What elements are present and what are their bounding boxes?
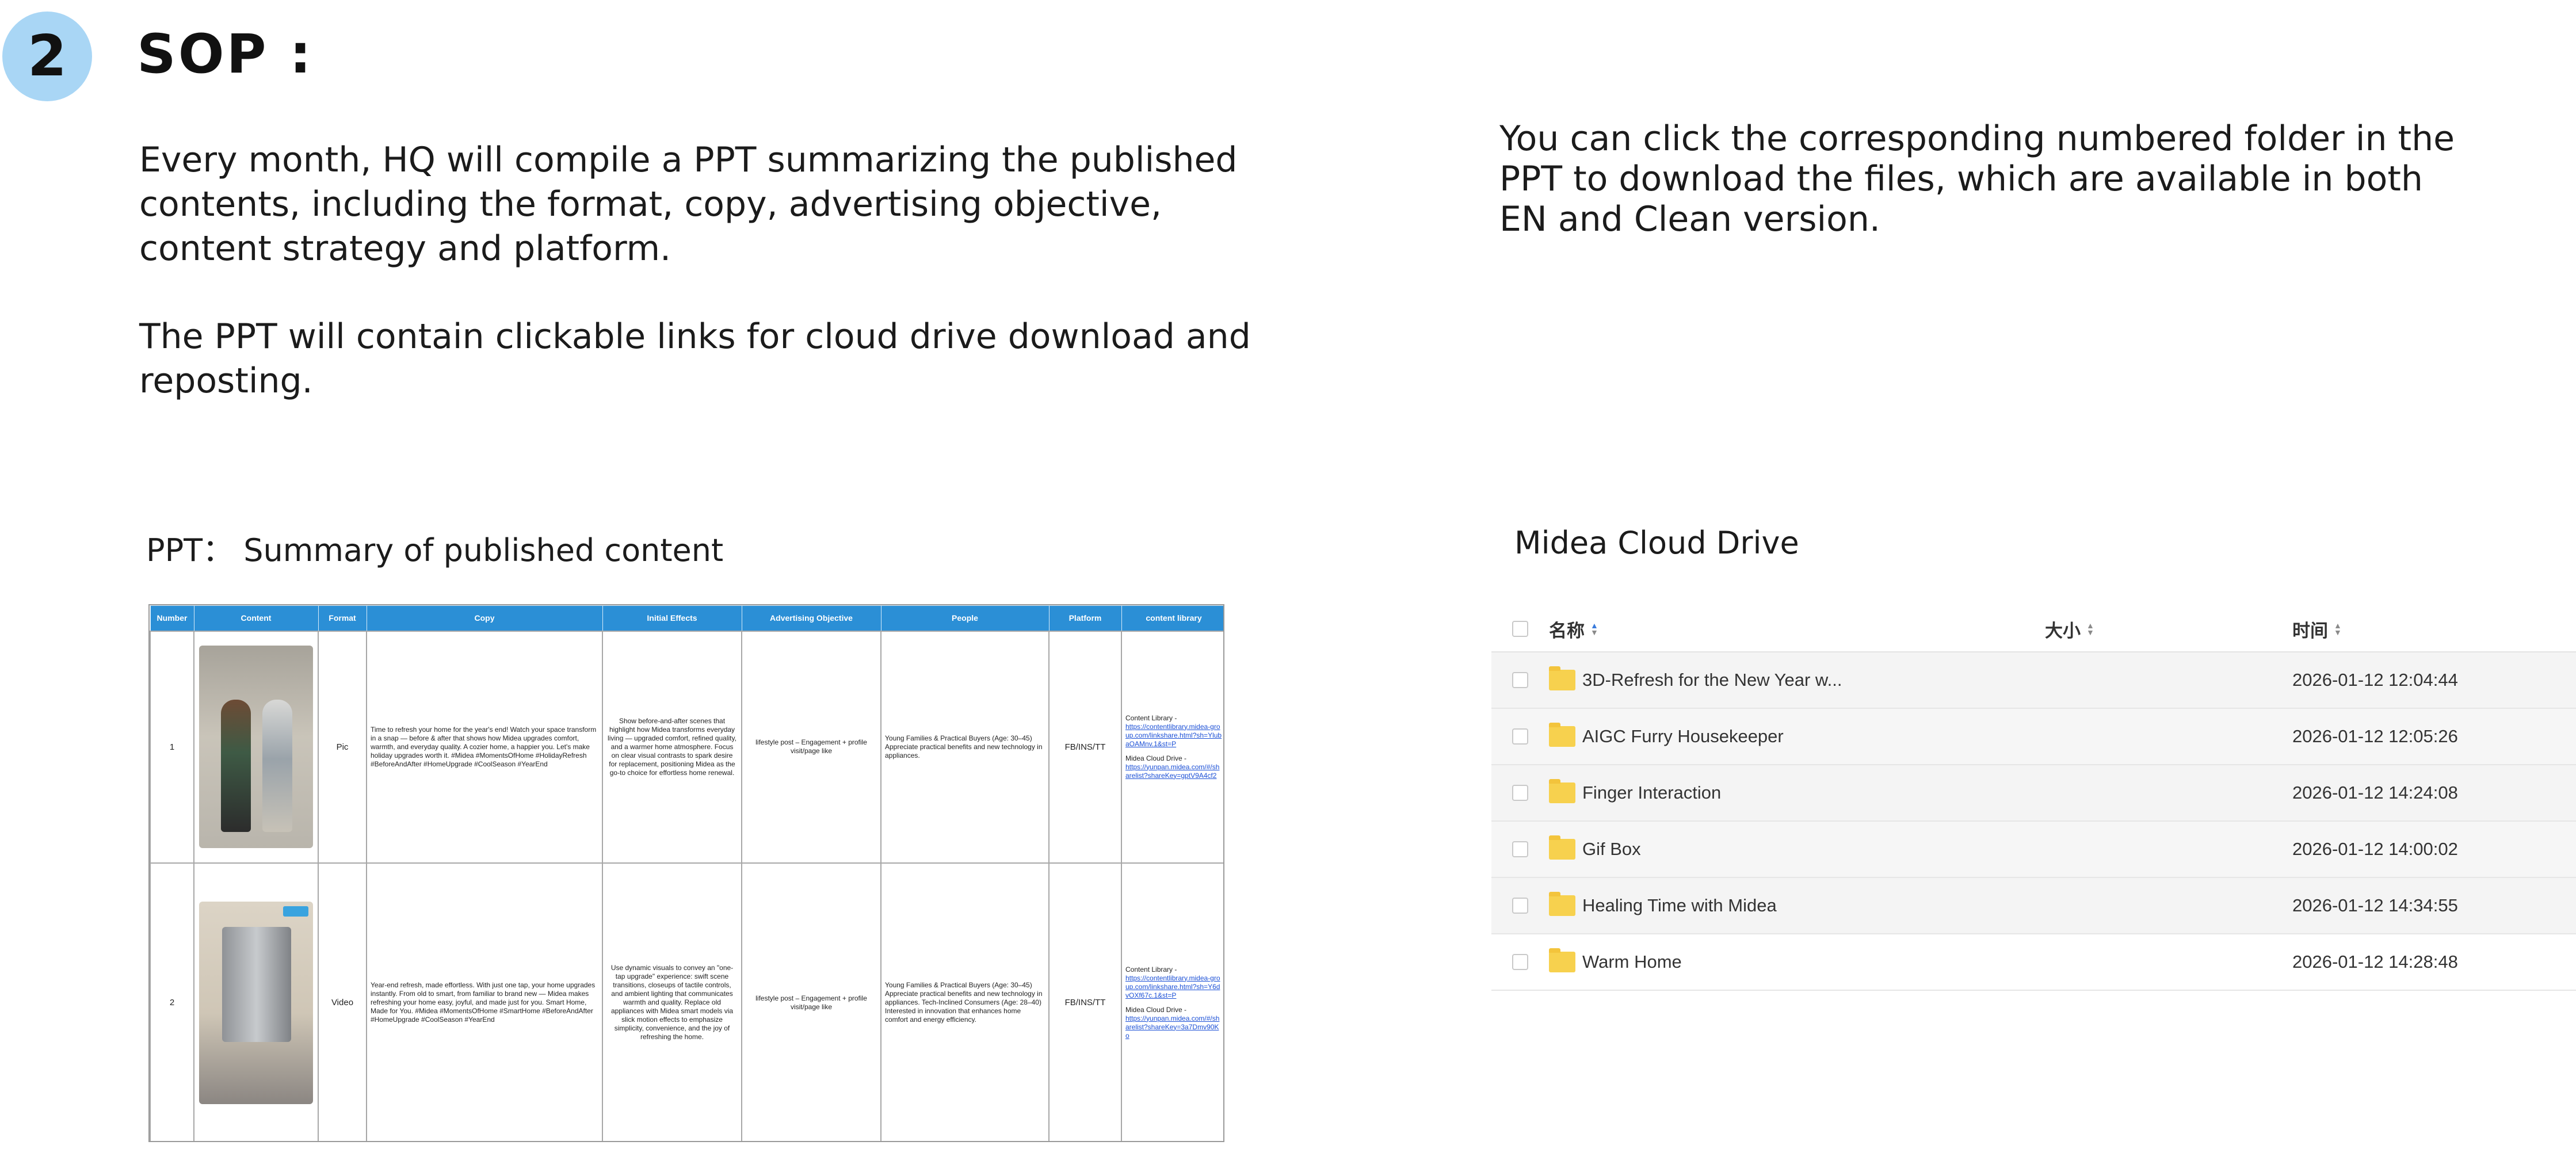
row-checkbox[interactable]	[1512, 785, 1528, 801]
row-people: Young Families & Practical Buyers (Age: …	[880, 862, 1050, 1141]
row-format: Video	[318, 862, 367, 1141]
cloud-drive-link[interactable]: https://yunpan.midea.com/#/sharelist?sha…	[1125, 763, 1222, 780]
folder-icon	[1549, 892, 1575, 916]
folder-time: 2026-01-12 14:34:55	[2292, 895, 2458, 915]
content-cell	[193, 862, 319, 1141]
drive-label: Midea Cloud Drive -	[1125, 754, 1187, 762]
folder-name[interactable]: Healing Time with Midea	[1582, 895, 1777, 916]
ppt-caption: PPT： Summary of published content	[146, 532, 724, 568]
sort-icon[interactable]: ▲ ▼	[2086, 621, 2094, 636]
header-format: Format	[318, 605, 367, 631]
time-column-header[interactable]: 时间 ▲ ▼	[2292, 616, 2342, 642]
content-cell	[193, 630, 319, 864]
row-content-library: Content Library - https://contentlibrary…	[1121, 862, 1223, 1141]
sort-icon[interactable]: ▲ ▼	[2334, 621, 2342, 636]
folder-icon	[1549, 835, 1575, 860]
row-initial-effects: Use dynamic visuals to convey an "one-ta…	[602, 862, 742, 1141]
row-advertising-objective: lifestyle post – Engagement + profile vi…	[741, 862, 881, 1141]
folder-time: 2026-01-12 12:04:44	[2292, 670, 2458, 690]
file-row[interactable]: Finger Interaction 2026-01-12 14:24:08	[1491, 765, 2576, 822]
row-format: Pic	[318, 630, 367, 864]
ppt-summary-table: Number Content Format Copy Initial Effec…	[148, 604, 1224, 1142]
row-advertising-objective: lifestyle post – Engagement + profile vi…	[741, 630, 881, 864]
cloud-drive-file-list: 名称 ▲ ▼ 大小 ▲ ▼ 时间 ▲ ▼ 3D-Refresh for the New…	[1491, 606, 2576, 991]
row-checkbox[interactable]	[1512, 728, 1528, 745]
links-paragraph: The PPT will contain clickable links for…	[139, 316, 1251, 401]
table-row: 1 Pic Time to refresh your home for the …	[150, 630, 1223, 864]
intro-paragraph: Every month, HQ will compile a PPT summa…	[139, 140, 1238, 269]
folder-name[interactable]: Gif Box	[1582, 839, 1641, 860]
size-column-header[interactable]: 大小 ▲ ▼	[2045, 616, 2292, 642]
page-title: SOP :	[137, 23, 314, 86]
select-all-checkbox[interactable]	[1512, 621, 1528, 637]
header-content-library: content library	[1121, 605, 1223, 631]
row-checkbox[interactable]	[1512, 672, 1528, 688]
row-number: 1	[150, 630, 194, 864]
folder-name[interactable]: 3D-Refresh for the New Year w...	[1582, 670, 1842, 690]
row-number: 2	[150, 862, 194, 1141]
header-people: People	[880, 605, 1050, 631]
row-content-library: Content Library - https://contentlibrary…	[1121, 630, 1223, 864]
folder-time: 2026-01-12 12:05:26	[2292, 726, 2458, 746]
cloud-drive-link[interactable]: https://yunpan.midea.com/#/sharelist?sha…	[1125, 1014, 1222, 1040]
name-column-header[interactable]: 名称 ▲ ▼	[1549, 616, 2045, 642]
content-thumbnail-video[interactable]	[199, 901, 313, 1104]
content-thumbnail-image[interactable]	[199, 646, 313, 848]
header-initial-effects: Initial Effects	[602, 605, 742, 631]
row-people: Young Families & Practical Buyers (Age: …	[880, 630, 1050, 864]
file-row[interactable]: Healing Time with Midea 2026-01-12 14:34…	[1491, 878, 2576, 934]
row-copy: Time to refresh your home for the year's…	[366, 630, 603, 864]
row-platform: FB/INS/TT	[1048, 630, 1122, 864]
size-header-label: 大小	[2045, 620, 2081, 641]
folder-name[interactable]: AIGC Furry Housekeeper	[1582, 726, 1784, 747]
table-row: 2 Video Year-end refresh, made effortles…	[150, 862, 1223, 1141]
library-label: Content Library -	[1125, 965, 1177, 974]
folder-name[interactable]: Warm Home	[1582, 952, 1682, 972]
row-platform: FB/INS/TT	[1048, 862, 1122, 1141]
content-library-link[interactable]: https://contentlibrary.midea-group.com/l…	[1125, 723, 1222, 749]
file-row[interactable]: 3D-Refresh for the New Year w... 2026-01…	[1491, 652, 2576, 709]
row-initial-effects: Show before-and-after scenes that highli…	[602, 630, 742, 864]
folder-name[interactable]: Finger Interaction	[1582, 782, 1721, 803]
name-header-label: 名称	[1549, 620, 1585, 641]
folder-icon	[1549, 779, 1575, 803]
folder-time: 2026-01-12 14:24:08	[2292, 782, 2458, 803]
time-header-label: 时间	[2292, 620, 2328, 641]
content-library-link[interactable]: https://contentlibrary.midea-group.com/l…	[1125, 974, 1222, 1000]
header-platform: Platform	[1048, 605, 1122, 631]
folder-time: 2026-01-12 14:28:48	[2292, 952, 2458, 972]
row-copy: Year-end refresh, made effortless. With …	[366, 862, 603, 1141]
table-header-row: Number Content Format Copy Initial Effec…	[150, 605, 1223, 631]
header-content: Content	[193, 605, 319, 631]
download-paragraph: You can click the corresponding numbered…	[1499, 119, 2455, 239]
file-row[interactable]: Gif Box 2026-01-12 14:00:02	[1491, 822, 2576, 878]
drive-caption: Midea Cloud Drive	[1514, 525, 1799, 561]
file-row[interactable]: Warm Home 2026-01-12 14:28:48	[1491, 934, 2576, 991]
sort-icon[interactable]: ▲ ▼	[1590, 621, 1598, 636]
step-number: 2	[27, 24, 67, 89]
folder-icon	[1549, 666, 1575, 690]
header-advertising-objective: Advertising Objective	[741, 605, 881, 631]
header-copy: Copy	[366, 605, 603, 631]
folder-icon	[1549, 723, 1575, 747]
folder-time: 2026-01-12 14:00:02	[2292, 839, 2458, 859]
file-row[interactable]: AIGC Furry Housekeeper 2026-01-12 12:05:…	[1491, 709, 2576, 765]
folder-icon	[1549, 948, 1575, 972]
step-number-badge: 2	[2, 12, 92, 101]
row-checkbox[interactable]	[1512, 841, 1528, 857]
header-number: Number	[150, 605, 194, 631]
file-list-header: 名称 ▲ ▼ 大小 ▲ ▼ 时间 ▲ ▼	[1491, 606, 2576, 652]
library-label: Content Library -	[1125, 713, 1177, 722]
drive-label: Midea Cloud Drive -	[1125, 1005, 1187, 1014]
row-checkbox[interactable]	[1512, 898, 1528, 914]
row-checkbox[interactable]	[1512, 954, 1528, 970]
